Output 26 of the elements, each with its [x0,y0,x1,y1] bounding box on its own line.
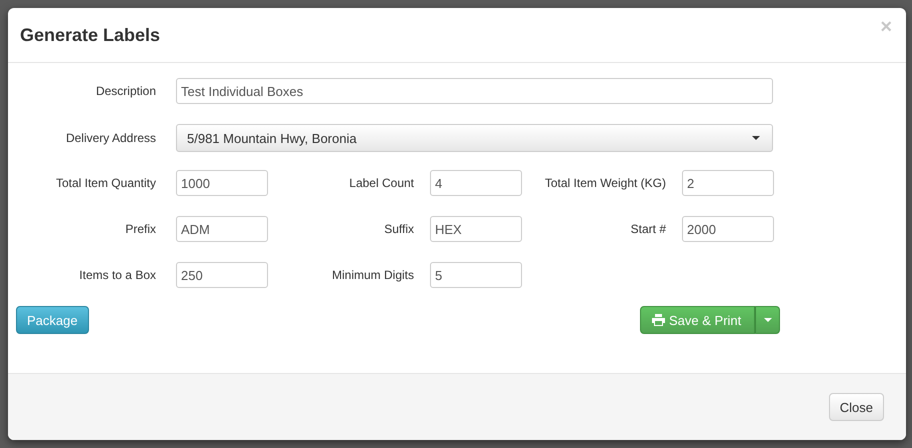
input-field[interactable]: 2 [682,170,774,196]
input-field[interactable]: ADM [176,216,268,242]
input-field[interactable]: 1000 [176,170,268,196]
input-field[interactable]: 5 [430,262,522,288]
field-label: Description [94,84,157,98]
address-select[interactable]: 5/981 Mountain Hwy, Boronia [176,124,773,152]
field-label: Total Item Weight (KG) [544,176,667,190]
caret-icon [764,318,772,322]
field-label: Items to a Box [78,268,157,282]
field-label: Delivery Address [64,131,157,145]
field-label: Total Item Quantity [54,176,157,190]
close-button[interactable]: Close [828,393,884,421]
field-label: Start # [630,222,667,236]
field-label: Prefix [124,222,157,236]
field-label: Minimum Digits [330,268,415,282]
field-label: Suffix [383,222,415,236]
dropdown-toggle[interactable] [755,306,780,334]
printer-icon [652,314,665,326]
description-field[interactable]: Test Individual Boxes [176,78,773,104]
field-label: Label Count [348,176,415,190]
input-field[interactable]: 2000 [682,216,774,242]
caret-icon [752,136,760,140]
input-field[interactable]: HEX [430,216,522,242]
input-field[interactable]: 4 [430,170,522,196]
dialog-title: Generate Labels [20,24,160,46]
input-field[interactable]: 250 [176,262,268,288]
